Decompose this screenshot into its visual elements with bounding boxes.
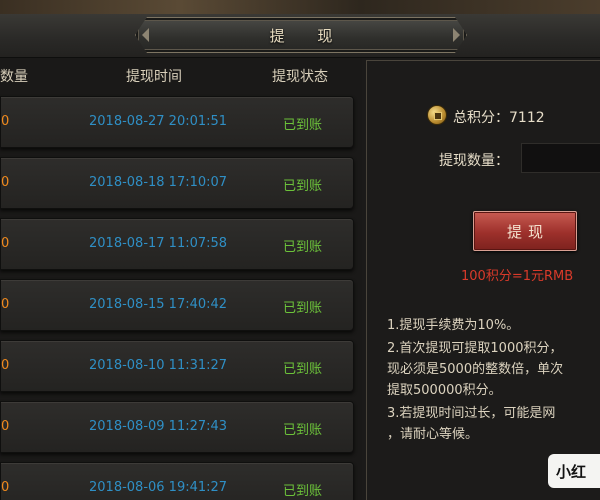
row-status: 已到账 — [283, 484, 323, 499]
row-status: 已到账 — [283, 301, 323, 316]
table-header: 数量 提现时间 提现状态 — [0, 58, 362, 92]
coin-icon — [427, 105, 447, 125]
row-time: 2018-08-27 20:01:51 — [89, 114, 228, 129]
exchange-rate: 100积分=1元RMB — [461, 269, 574, 284]
page-title: 提 现 — [269, 26, 347, 45]
rule-line: 2.首次提现可提取1000积分， — [387, 341, 563, 356]
row-time: 2018-08-18 17:10:07 — [89, 175, 228, 190]
title-plate: 提 现 — [135, 17, 467, 53]
rule-line: 提取500000积分。 — [387, 383, 502, 398]
row-status: 已到账 — [283, 118, 323, 133]
rule-line: 3.若提现时间过长，可能是网 — [387, 406, 556, 421]
row-qty: 0 — [1, 480, 10, 495]
table-row: 0 2018-08-27 20:01:51 已到账 — [0, 96, 354, 148]
watermark-badge: 小红 — [548, 454, 600, 488]
row-qty: 0 — [1, 236, 10, 251]
row-status: 已到账 — [283, 423, 323, 438]
row-status: 已到账 — [283, 362, 323, 377]
row-qty: 0 — [1, 358, 10, 373]
row-qty: 0 — [1, 297, 10, 312]
watermark-text: 小红 — [556, 462, 587, 481]
table-row: 0 2018-08-10 11:31:27 已到账 — [0, 340, 354, 392]
row-status: 已到账 — [283, 240, 323, 255]
row-time: 2018-08-15 17:40:42 — [89, 297, 228, 312]
row-qty: 0 — [1, 419, 10, 434]
table-row: 0 2018-08-17 11:07:58 已到账 — [0, 218, 354, 270]
table-row: 0 2018-08-15 17:40:42 已到账 — [0, 279, 354, 331]
withdraw-panel: 总积分：7112 提现数量： 提现 100积分=1元RMB 1.提现手续费为10… — [366, 60, 600, 500]
table-row: 0 2018-08-18 17:10:07 已到账 — [0, 157, 354, 209]
withdraw-qty-label: 提现数量： — [439, 153, 509, 169]
column-header-status: 提现状态 — [272, 69, 328, 85]
row-qty: 0 — [1, 175, 10, 190]
row-time: 2018-08-17 11:07:58 — [89, 236, 228, 251]
withdraw-button[interactable]: 提现 — [473, 211, 577, 251]
column-header-qty: 数量 — [0, 69, 28, 85]
arrow-left-icon — [142, 28, 149, 42]
table-row: 0 2018-08-09 11:27:43 已到账 — [0, 401, 354, 453]
table-row: 0 2018-08-06 19:41:27 已到账 — [0, 462, 354, 500]
withdraw-rules: 1.提现手续费为10%。 2.首次提现可提取1000积分， 现必须是5000的整… — [387, 315, 600, 445]
arrow-right-icon — [453, 28, 460, 42]
rule-line: 现必须是5000的整数倍，单次 — [387, 362, 564, 377]
total-points: 总积分：7112 — [453, 110, 545, 126]
column-header-time: 提现时间 — [126, 69, 182, 85]
row-time: 2018-08-10 11:31:27 — [89, 358, 228, 373]
rule-line: ，请耐心等候。 — [387, 427, 479, 442]
row-status: 已到账 — [283, 179, 323, 194]
row-time: 2018-08-06 19:41:27 — [89, 480, 228, 495]
top-decor-strip — [0, 0, 600, 14]
row-time: 2018-08-09 11:27:43 — [89, 419, 228, 434]
withdraw-history-table: 数量 提现时间 提现状态 0 2018-08-27 20:01:51 已到账 0… — [0, 58, 362, 500]
withdraw-qty-input[interactable] — [521, 143, 600, 173]
rule-line: 1.提现手续费为10%。 — [387, 318, 520, 333]
row-qty: 0 — [1, 114, 10, 129]
